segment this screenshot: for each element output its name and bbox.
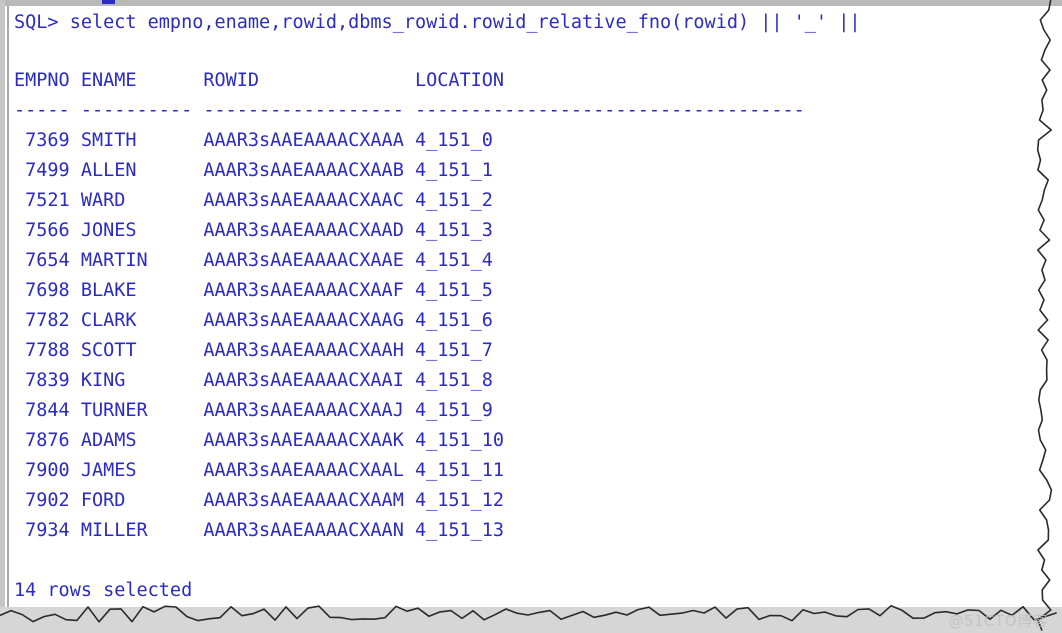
table-row: 7369 SMITH AAAR3sAAEAAAACXAAA 4_151_0 xyxy=(14,130,493,151)
table-row: 7499 ALLEN AAAR3sAAEAAAACXAAB 4_151_1 xyxy=(14,160,493,181)
rows-selected-status: 14 rows selected xyxy=(14,580,193,601)
torn-edge-right xyxy=(1036,0,1053,631)
table-row: 7782 CLARK AAAR3sAAEAAAACXAAG 4_151_6 xyxy=(14,310,493,331)
table-row: 7844 TURNER AAAR3sAAEAAAACXAAJ 4_151_9 xyxy=(14,400,493,421)
table-row: 7566 JONES AAAR3sAAEAAAACXAAD 4_151_3 xyxy=(14,220,493,241)
table-row: 7839 KING AAAR3sAAEAAAACXAAI 4_151_8 xyxy=(14,370,493,391)
sql-prompt-line: SQL> select empno,ename,rowid,dbms_rowid… xyxy=(14,12,861,33)
clipped-glyph xyxy=(102,0,115,4)
window-top-border xyxy=(0,0,1062,6)
table-row: 7521 WARD AAAR3sAAEAAAACXAAC 4_151_2 xyxy=(14,190,493,211)
table-row: 7902 FORD AAAR3sAAEAAAACXAAM 4_151_12 xyxy=(14,490,505,511)
terminal-screenshot: SQL> select empno,ename,rowid,dbms_rowid… xyxy=(0,0,1062,633)
window-left-border-outer xyxy=(0,0,5,625)
window-bottom-band xyxy=(0,607,1062,633)
table-row: 7876 ADAMS AAAR3sAAEAAAACXAAK 4_151_10 xyxy=(14,430,505,451)
query-result-grid: EMPNO ENAME ROWID LOCATION ----- --------… xyxy=(14,66,805,546)
table-row: 7900 JAMES AAAR3sAAEAAAACXAAL 4_151_11 xyxy=(14,460,505,481)
result-separator-row: ----- ---------- ------------------ ----… xyxy=(14,100,805,121)
result-header-row: EMPNO ENAME ROWID LOCATION xyxy=(14,70,505,91)
table-row: 7788 SCOTT AAAR3sAAEAAAACXAAH 4_151_7 xyxy=(14,340,493,361)
window-left-border-inner xyxy=(7,6,9,625)
table-row: 7654 MARTIN AAAR3sAAEAAAACXAAE 4_151_4 xyxy=(14,250,493,271)
table-row: 7934 MILLER AAAR3sAAEAAAACXAAN 4_151_13 xyxy=(14,520,505,541)
table-row: 7698 BLAKE AAAR3sAAEAAAACXAAF 4_151_5 xyxy=(14,280,493,301)
